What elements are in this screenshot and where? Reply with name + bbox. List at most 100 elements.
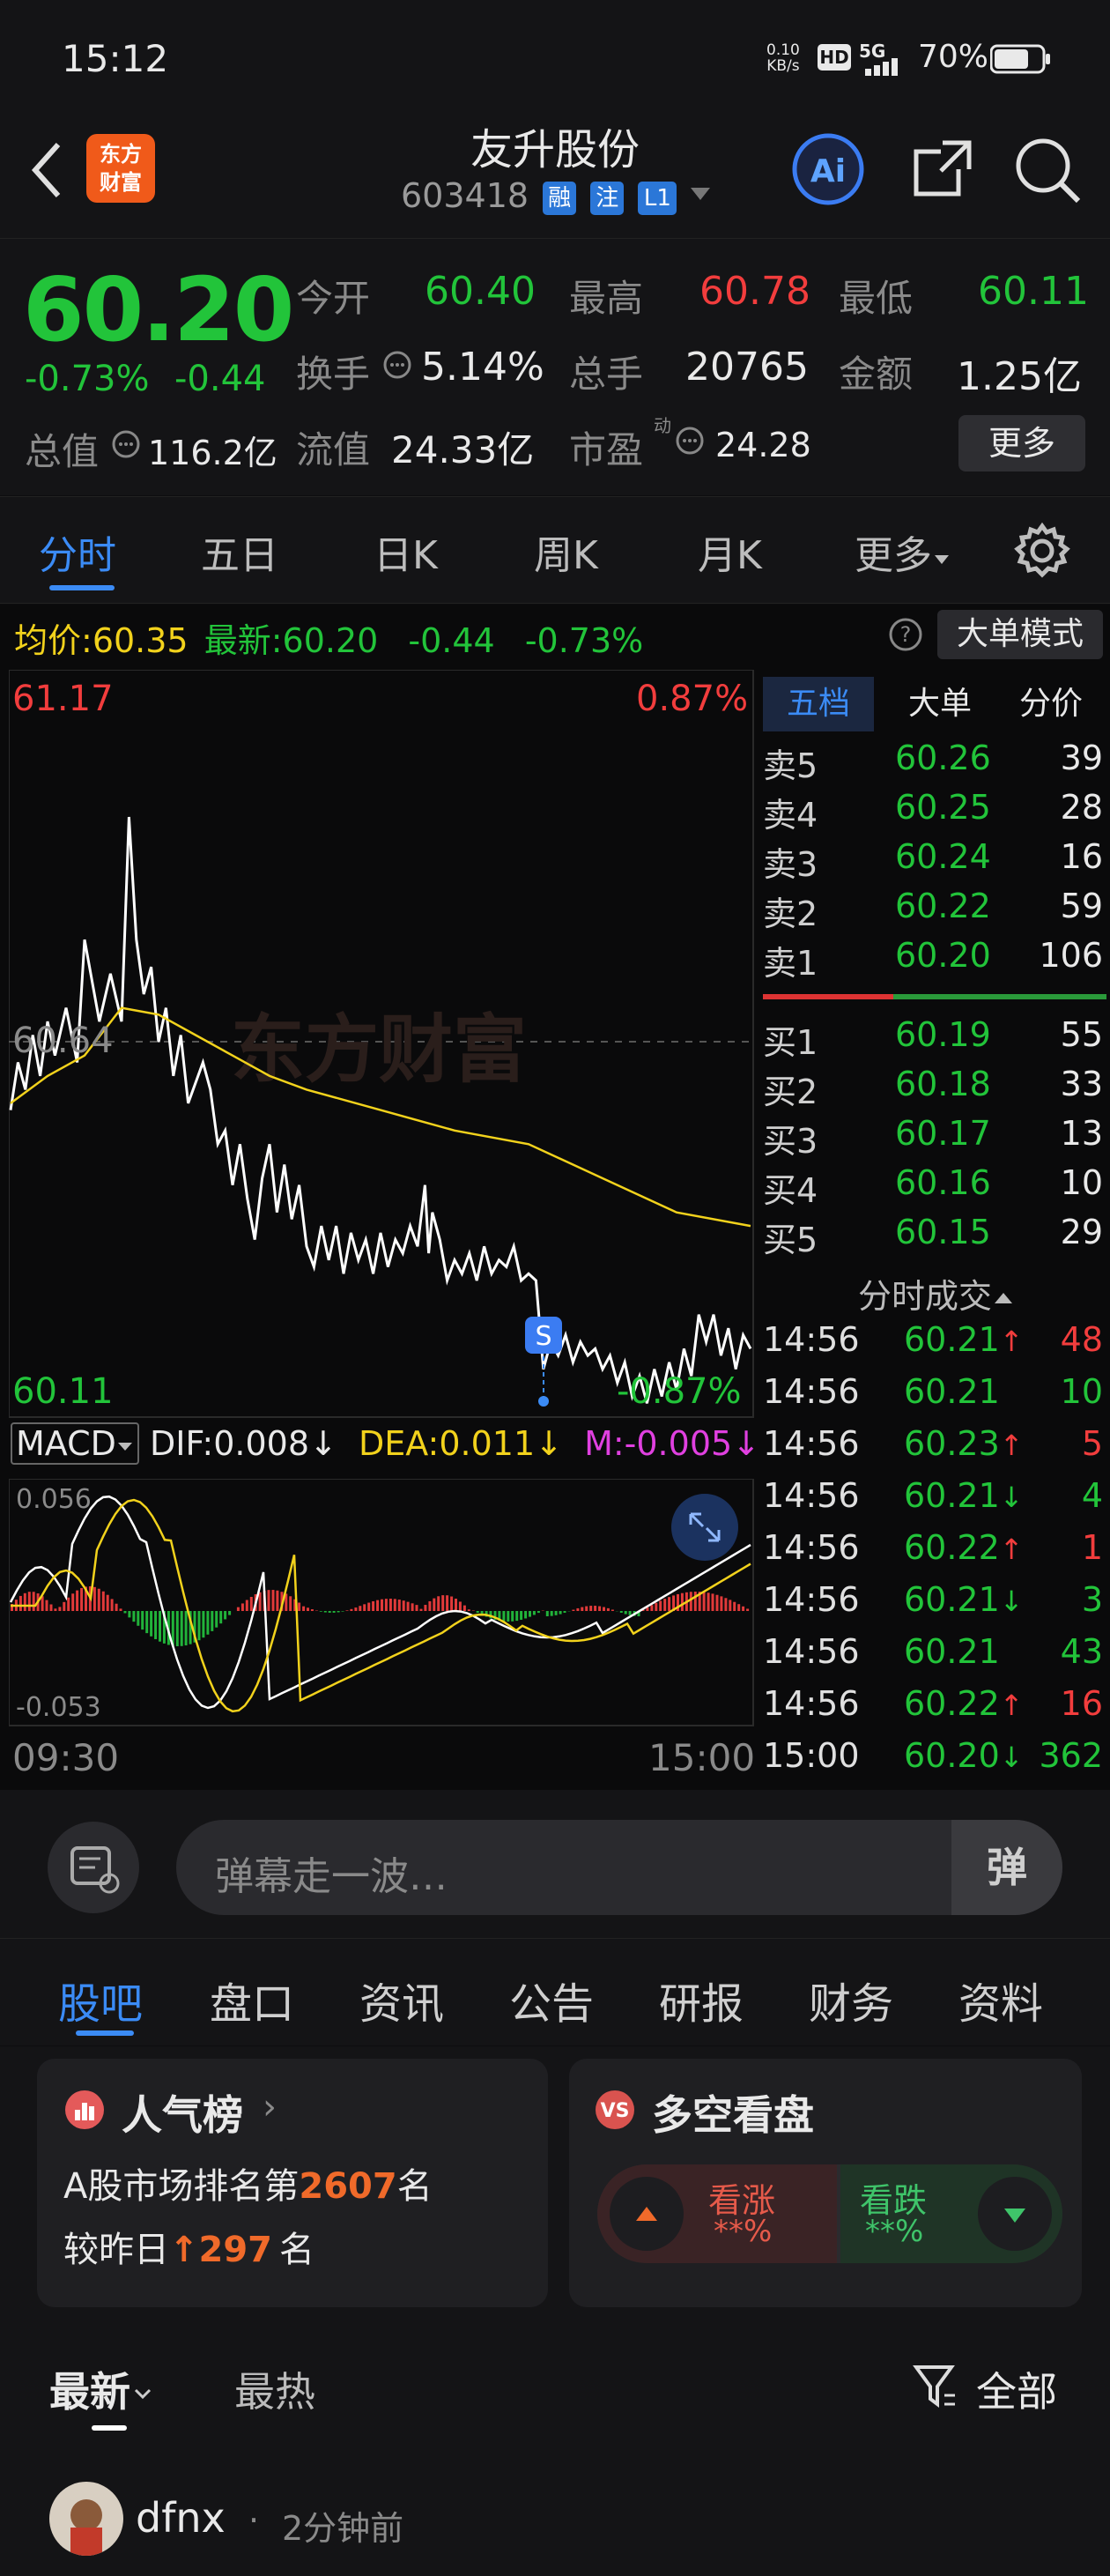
macd-bar xyxy=(419,1608,423,1611)
settings-gear-icon[interactable] xyxy=(1013,522,1071,583)
tick-price: 60.23↑ xyxy=(904,1424,1024,1463)
post-username[interactable]: dfnx xyxy=(136,2494,226,2542)
macd-bar xyxy=(715,1594,719,1611)
macd-bar xyxy=(119,1608,122,1611)
float-label: 流值 xyxy=(296,428,371,471)
tab-announcements[interactable]: 公告 xyxy=(509,1969,594,2030)
ask-row: 卖1 60.20 106 xyxy=(763,936,1103,983)
chevron-down-icon xyxy=(687,176,714,215)
macd-bar xyxy=(441,1595,445,1611)
tab-price-dist[interactable]: 分价 xyxy=(995,677,1106,731)
macd-bar xyxy=(572,1609,575,1611)
ticks-title[interactable]: 分时成交 xyxy=(858,1269,1015,1318)
tick-price: 60.22↑ xyxy=(904,1528,1024,1567)
tick-volume: 5 xyxy=(1081,1424,1103,1463)
tab-weekly-k[interactable]: 周K xyxy=(534,523,598,580)
macd-bar xyxy=(428,1600,432,1611)
latest-label: 最新: xyxy=(204,621,283,660)
sort-hot[interactable]: 最热 xyxy=(234,2360,315,2418)
filter-all[interactable]: 全部 xyxy=(976,2360,1057,2418)
tick-row: 14:56 60.22↑ 1 xyxy=(763,1528,1106,1580)
vote-bar: 看涨 **% 看跌 **% xyxy=(597,2164,1062,2263)
tick-row: 14:56 60.21 43 xyxy=(763,1632,1106,1684)
dea-label: DEA: xyxy=(358,1424,440,1463)
intraday-price-chart[interactable]: 东方财富 S xyxy=(9,670,758,1419)
tab-level5[interactable]: 五档 xyxy=(763,677,874,731)
macd-bar xyxy=(424,1605,427,1611)
sell-marker-label: S xyxy=(535,1321,551,1352)
macd-bar xyxy=(359,1606,362,1611)
macd-bar xyxy=(45,1600,48,1611)
tab-financials[interactable]: 财务 xyxy=(809,1969,893,2030)
macd-chart[interactable] xyxy=(9,1479,758,1727)
macd-selector[interactable]: MACD xyxy=(11,1422,139,1465)
danmu-settings-button[interactable] xyxy=(48,1822,139,1913)
macd-bar xyxy=(446,1595,449,1611)
macd-bar xyxy=(502,1611,506,1622)
macd-bar xyxy=(532,1611,536,1615)
bull-segment[interactable]: 看涨 **% xyxy=(597,2164,837,2263)
y-top-pct: 0.87% xyxy=(636,679,749,719)
tab-intraday[interactable]: 分时 xyxy=(39,523,116,580)
macd-bar xyxy=(381,1599,383,1611)
avatar[interactable] xyxy=(49,2482,123,2556)
popularity-card[interactable]: 人气榜 › A股市场排名第2607名 较昨日↑297 名 xyxy=(37,2059,548,2307)
mcap-value: 116.2亿 xyxy=(148,434,278,472)
tab-news[interactable]: 资讯 xyxy=(359,1969,444,2030)
tab-big-orders[interactable]: 大单 xyxy=(884,677,995,731)
pe-value: 24.28 xyxy=(715,426,811,464)
tab-five-day[interactable]: 五日 xyxy=(201,523,278,580)
info-icon[interactable] xyxy=(675,426,705,459)
tab-daily-k[interactable]: 日K xyxy=(374,523,438,580)
svg-text:?: ? xyxy=(900,622,912,647)
more-button[interactable]: 更多 xyxy=(958,415,1085,471)
tab-more[interactable]: 更多 xyxy=(855,523,951,580)
tab-profile[interactable]: 资料 xyxy=(958,1969,1043,2030)
ai-icon[interactable]: Ai xyxy=(791,132,865,210)
share-icon[interactable] xyxy=(907,134,978,208)
tick-row: 14:56 60.21 10 xyxy=(763,1372,1106,1424)
sort-latest[interactable]: 最新 xyxy=(49,2360,155,2418)
turnover-label: 换手 xyxy=(296,353,371,396)
macd-bar xyxy=(628,1611,632,1615)
search-icon[interactable] xyxy=(1011,132,1085,210)
info-icon[interactable] xyxy=(382,350,412,383)
turnover-value: 5.14% xyxy=(421,345,544,390)
macd-bar xyxy=(529,1611,531,1617)
macd-bar xyxy=(132,1611,136,1622)
stock-code-row[interactable]: 603418 融 注 L1 xyxy=(401,176,714,215)
info-icon[interactable] xyxy=(111,429,141,463)
tab-guba[interactable]: 股吧 xyxy=(58,1969,143,2030)
macd-bar xyxy=(720,1596,723,1611)
expand-chart-button[interactable] xyxy=(671,1494,738,1561)
vote-title: 多空看盘 xyxy=(652,2091,814,2139)
macd-bar xyxy=(507,1611,510,1622)
macd-bar xyxy=(467,1609,470,1611)
popularity-title: 人气榜 xyxy=(122,2091,243,2139)
tag-level1: L1 xyxy=(638,181,677,215)
danmu-input[interactable]: 弹幕走一波… 弹 xyxy=(176,1820,1062,1915)
filter-icon[interactable] xyxy=(913,2360,957,2416)
macd-bar xyxy=(41,1596,44,1611)
bear-segment[interactable]: 看跌 **% xyxy=(840,2164,1062,2263)
tab-active-indicator xyxy=(76,2030,134,2036)
danmu-placeholder: 弹幕走一波… xyxy=(215,1854,448,1899)
macd-bar xyxy=(455,1598,457,1611)
danmu-send-button[interactable]: 弹 xyxy=(951,1820,1062,1915)
help-icon[interactable]: ? xyxy=(888,617,923,656)
macd-bar xyxy=(520,1611,523,1620)
tab-monthly-k[interactable]: 月K xyxy=(698,523,762,580)
macd-bar xyxy=(97,1588,100,1611)
big-order-mode-button[interactable]: 大单模式 xyxy=(937,610,1103,659)
tick-volume: 362 xyxy=(1039,1736,1103,1775)
macd-bar xyxy=(224,1611,227,1620)
macd-bar xyxy=(32,1592,35,1611)
tab-pankou[interactable]: 盘口 xyxy=(210,1969,294,2030)
macd-bar xyxy=(711,1593,714,1611)
latest-value: 60.20 xyxy=(282,621,379,660)
macd-bar xyxy=(610,1609,614,1611)
high-value: 60.78 xyxy=(699,269,810,314)
tab-research[interactable]: 研报 xyxy=(659,1969,744,2030)
macd-bar xyxy=(511,1611,514,1622)
high-label: 最高 xyxy=(569,277,644,320)
